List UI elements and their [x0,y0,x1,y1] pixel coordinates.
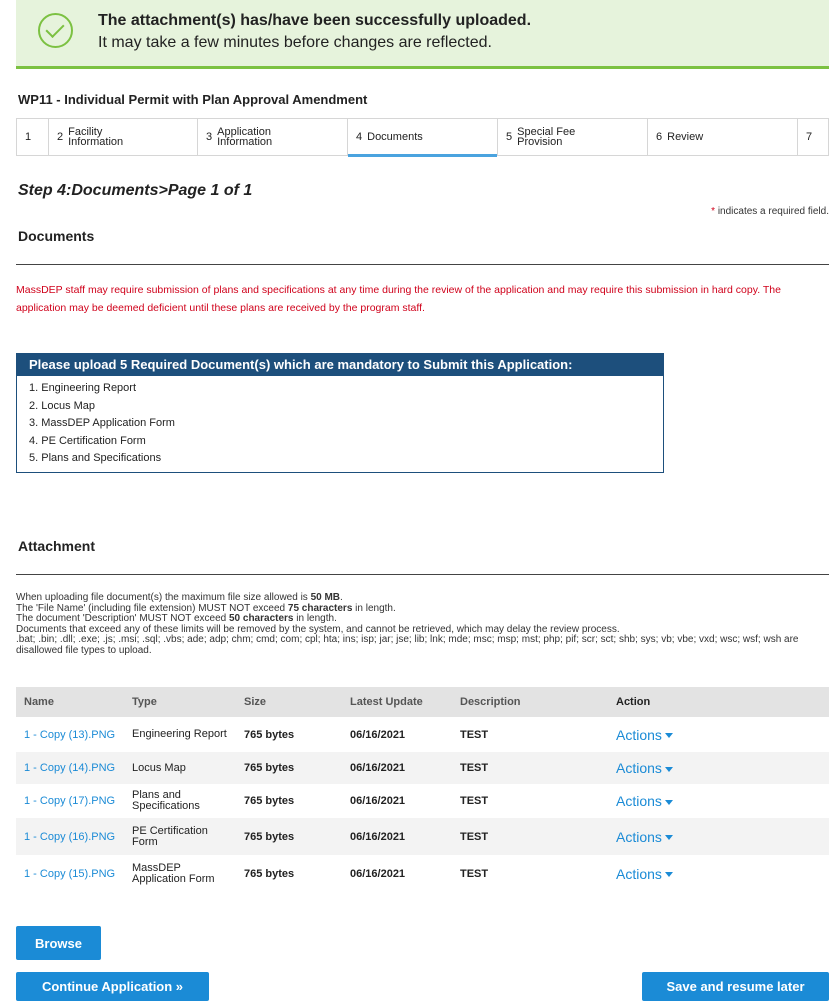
description: TEST [452,717,608,752]
latest-update: 06/16/2021 [342,784,452,818]
step-heading: Step 4:Documents>Page 1 of 1 [18,182,253,199]
list-item: 3. MassDEP Application Form [29,417,175,429]
attachment-section-title: Attachment [18,538,96,554]
actions-dropdown[interactable]: Actions [608,717,829,752]
staff-notice: MassDEP staff may require submission of … [16,284,781,314]
table-row: 1 - Copy (15).PNG MassDEP Application Fo… [16,855,829,892]
column-header-name[interactable]: Name [16,687,124,717]
file-name-link[interactable]: 1 - Copy (17).PNG [16,784,124,818]
latest-update: 06/16/2021 [342,855,452,892]
file-name-link[interactable]: 1 - Copy (14).PNG [16,752,124,784]
required-documents-list: 1. Engineering Report 2. Locus Map 3. Ma… [17,380,663,468]
caret-down-icon [664,872,673,878]
check-circle-icon [38,13,73,48]
rule-line: The document 'Description' MUST NOT exce… [16,613,337,624]
step-1[interactable]: 1 [17,119,49,155]
table-row: 1 - Copy (16).PNG PE Certification Form … [16,818,829,855]
file-size: 765 bytes [236,752,342,784]
column-header-action: Action [608,687,829,717]
list-item: 5. Plans and Specifications [29,452,162,464]
disallowed-types: .bat; .bin; .dll; .exe; .js; .msi; .sql;… [16,634,799,656]
required-documents-box: Please upload 5 Required Document(s) whi… [16,353,664,473]
step-label: Documents [367,131,423,143]
list-item: 1. Engineering Report [29,382,137,394]
description: TEST [452,855,608,892]
file-size: 765 bytes [236,818,342,855]
step-number: 1 [25,131,32,143]
file-size: 765 bytes [236,855,342,892]
actions-dropdown[interactable]: Actions [608,752,829,784]
description: TEST [452,784,608,818]
step-number: 7 [806,131,813,143]
description: TEST [452,752,608,784]
caret-down-icon [664,766,673,772]
step-navigation: 1 2 Facility Information 3 Application I… [16,118,829,157]
step-number: 3 [206,131,213,143]
list-item: 4. PE Certification Form [29,434,146,447]
file-size: 765 bytes [236,717,342,752]
required-note-text: indicates a required field. [717,206,829,217]
description: TEST [452,818,608,855]
document-type: Plans and Specifications [124,784,236,818]
step-4[interactable]: 4 Documents [348,119,498,157]
step-6[interactable]: 6 Review [648,119,798,155]
latest-update: 06/16/2021 [342,752,452,784]
permit-title: WP11 - Individual Permit with Plan Appro… [18,92,368,107]
document-type: MassDEP Application Form [124,855,236,892]
document-type: Engineering Report [124,717,236,752]
step-label: Facility Information [68,126,124,148]
step-number: 6 [656,131,663,143]
column-header-type[interactable]: Type [124,687,236,717]
caret-down-icon [664,733,673,739]
document-type: PE Certification Form [124,818,236,855]
list-item: 2. Locus Map [29,399,96,412]
actions-dropdown[interactable]: Actions [608,818,829,855]
section-divider [16,574,829,575]
step-number: 5 [506,131,513,143]
caret-down-icon [664,835,673,841]
required-documents-header: Please upload 5 Required Document(s) whi… [17,354,663,376]
table-header-row: Name Type Size Latest Update Description… [16,687,829,717]
section-divider [16,264,829,265]
documents-section-title: Documents [18,228,95,244]
required-field-note: * indicates a required field. [711,206,829,217]
browse-button[interactable]: Browse [16,926,101,960]
table-row: 1 - Copy (13).PNG Engineering Report 765… [16,717,829,752]
step-number: 4 [356,131,363,143]
banner-subtitle: It may take a few minutes before changes… [98,34,492,51]
step-5[interactable]: 5 Special Fee Provision [498,119,648,155]
file-name-link[interactable]: 1 - Copy (16).PNG [16,818,124,855]
success-banner: The attachment(s) has/have been successf… [16,0,829,69]
document-type: Locus Map [124,752,236,784]
save-and-resume-later-button[interactable]: Save and resume later [642,972,829,1001]
step-label: Special Fee Provision [517,126,576,148]
required-star: * [711,206,716,217]
upload-rules: When uploading file document(s) the maxi… [16,592,834,656]
step-3[interactable]: 3 Application Information [198,119,348,155]
attachments-table: Name Type Size Latest Update Description… [16,687,829,892]
actions-dropdown[interactable]: Actions [608,784,829,818]
latest-update: 06/16/2021 [342,818,452,855]
column-header-latest-update[interactable]: Latest Update [342,687,452,717]
step-7[interactable]: 7 [798,119,828,155]
column-header-description[interactable]: Description [452,687,608,717]
latest-update: 06/16/2021 [342,717,452,752]
table-row: 1 - Copy (17).PNG Plans and Specificatio… [16,784,829,818]
file-name-link[interactable]: 1 - Copy (15).PNG [16,855,124,892]
table-row: 1 - Copy (14).PNG Locus Map 765 bytes 06… [16,752,829,784]
step-number: 2 [57,131,64,143]
caret-down-icon [664,799,673,805]
file-size: 765 bytes [236,784,342,818]
actions-dropdown[interactable]: Actions [608,855,829,892]
step-2[interactable]: 2 Facility Information [49,119,198,155]
file-name-link[interactable]: 1 - Copy (13).PNG [16,717,124,752]
continue-application-button[interactable]: Continue Application » [16,972,209,1001]
step-label: Application Information [217,126,273,148]
column-header-size[interactable]: Size [236,687,342,717]
step-label: Review [667,131,704,143]
banner-title: The attachment(s) has/have been successf… [98,12,532,29]
